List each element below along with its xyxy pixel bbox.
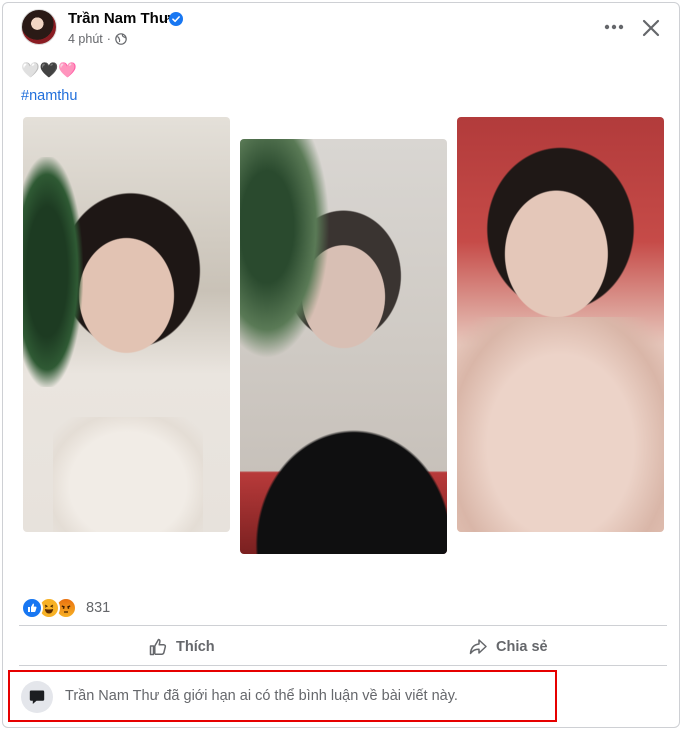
verified-badge-icon [169,12,183,26]
post-card: Trần Nam Thư 4 phút · 🤍🖤🩷 #namthu 831 Th… [2,2,680,728]
actions-top-divider [19,625,667,626]
more-dots-icon [604,24,624,30]
hashtag-link[interactable]: #namthu [21,88,77,104]
author-avatar[interactable] [21,9,57,45]
post-photo-1[interactable] [23,117,230,532]
post-photo-3[interactable] [457,117,664,532]
post-photo-2[interactable] [240,139,447,554]
like-button[interactable]: Thích [148,637,215,657]
thumbs-up-icon [149,638,167,656]
reaction-summary[interactable]: 831 [21,597,110,619]
globe-icon [115,33,127,45]
author-name[interactable]: Trần Nam Thư [68,10,170,27]
share-label: Chia sẻ [496,639,548,655]
more-options-button[interactable] [602,17,626,37]
comment-bubble-icon [29,690,45,704]
comment-bubble-icon-wrap [21,681,53,713]
share-button[interactable]: Chia sẻ [468,637,548,657]
post-emojis: 🤍🖤🩷 [21,62,78,79]
comment-restriction-notice: Trần Nam Thư đã giới hạn ai có thể bình … [8,670,557,722]
comment-restriction-text: Trần Nam Thư đã giới hạn ai có thể bình … [65,688,458,704]
like-label: Thích [176,639,215,655]
actions-bottom-divider [19,665,667,666]
close-icon [642,19,660,37]
post-time[interactable]: 4 phút [68,32,103,46]
close-button[interactable] [639,16,663,40]
reaction-count: 831 [86,600,111,616]
post-meta: 4 phút · [68,32,127,46]
like-reaction-icon [21,597,43,619]
share-arrow-icon [469,639,487,655]
